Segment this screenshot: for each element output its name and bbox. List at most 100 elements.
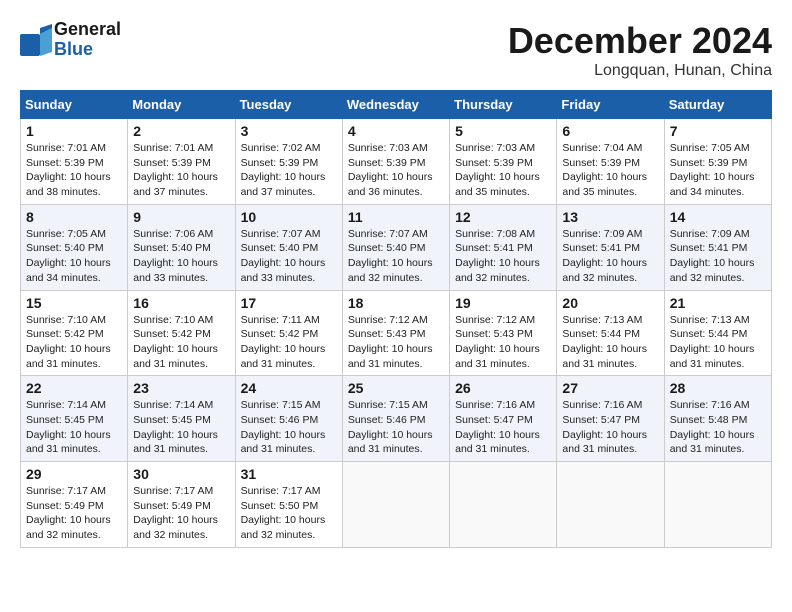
calendar-cell: 15 Sunrise: 7:10 AMSunset: 5:42 PMDayligh…: [21, 290, 128, 376]
logo: General Blue: [20, 20, 121, 60]
day-number: 7: [670, 123, 766, 139]
col-saturday: Saturday: [664, 91, 771, 119]
calendar-cell: 28 Sunrise: 7:16 AMSunset: 5:48 PMDayligh…: [664, 376, 771, 462]
day-number: 12: [455, 209, 551, 225]
day-number: 25: [348, 380, 444, 396]
day-info: Sunrise: 7:16 AMSunset: 5:47 PMDaylight:…: [455, 398, 551, 457]
day-info: Sunrise: 7:10 AMSunset: 5:42 PMDaylight:…: [133, 313, 229, 372]
day-info: Sunrise: 7:01 AMSunset: 5:39 PMDaylight:…: [133, 141, 229, 200]
day-info: Sunrise: 7:12 AMSunset: 5:43 PMDaylight:…: [455, 313, 551, 372]
day-info: Sunrise: 7:04 AMSunset: 5:39 PMDaylight:…: [562, 141, 658, 200]
day-number: 13: [562, 209, 658, 225]
day-info: Sunrise: 7:05 AMSunset: 5:39 PMDaylight:…: [670, 141, 766, 200]
calendar-cell: [450, 462, 557, 548]
col-monday: Monday: [128, 91, 235, 119]
day-number: 27: [562, 380, 658, 396]
calendar-cell: 4Sunrise: 7:03 AMSunset: 5:39 PMDaylight…: [342, 119, 449, 205]
month-title: December 2024: [508, 20, 772, 62]
col-tuesday: Tuesday: [235, 91, 342, 119]
day-info: Sunrise: 7:13 AMSunset: 5:44 PMDaylight:…: [670, 313, 766, 372]
logo-general: General: [54, 20, 121, 40]
calendar-cell: 14 Sunrise: 7:09 AMSunset: 5:41 PMDayligh…: [664, 204, 771, 290]
day-number: 20: [562, 295, 658, 311]
day-number: 15: [26, 295, 122, 311]
calendar-cell: 2 Sunrise: 7:01 AMSunset: 5:39 PMDaylight…: [128, 119, 235, 205]
calendar-cell: 18 Sunrise: 7:12 AMSunset: 5:43 PMDayligh…: [342, 290, 449, 376]
day-number: 14: [670, 209, 766, 225]
col-wednesday: Wednesday: [342, 91, 449, 119]
day-info: Sunrise: 7:12 AMSunset: 5:43 PMDaylight:…: [348, 313, 444, 372]
calendar-week-row: 15 Sunrise: 7:10 AMSunset: 5:42 PMDayligh…: [21, 290, 772, 376]
calendar-week-row: 1 Sunrise: 7:01 AMSunset: 5:39 PMDaylight…: [21, 119, 772, 205]
day-number: 2: [133, 123, 229, 139]
calendar-cell: [342, 462, 449, 548]
day-number: 4: [348, 123, 444, 139]
logo-blue: Blue: [54, 40, 121, 60]
day-number: 24: [241, 380, 337, 396]
day-info: Sunrise: 7:17 AMSunset: 5:49 PMDaylight:…: [26, 484, 122, 543]
day-number: 28: [670, 380, 766, 396]
day-number: 30: [133, 466, 229, 482]
day-number: 8: [26, 209, 122, 225]
calendar-cell: 30 Sunrise: 7:17 AMSunset: 5:49 PMDayligh…: [128, 462, 235, 548]
calendar-cell: 17Sunrise: 7:11 AMSunset: 5:42 PMDayligh…: [235, 290, 342, 376]
calendar-cell: 6 Sunrise: 7:04 AMSunset: 5:39 PMDaylight…: [557, 119, 664, 205]
day-info: Sunrise: 7:17 AMSunset: 5:50 PMDaylight:…: [241, 484, 337, 543]
day-info: Sunrise: 7:08 AMSunset: 5:41 PMDaylight:…: [455, 227, 551, 286]
calendar-cell: 19 Sunrise: 7:12 AMSunset: 5:43 PMDayligh…: [450, 290, 557, 376]
calendar-table: Sunday Monday Tuesday Wednesday Thursday…: [20, 90, 772, 548]
calendar-cell: 11Sunrise: 7:07 AMSunset: 5:40 PMDayligh…: [342, 204, 449, 290]
location: Longquan, Hunan, China: [508, 62, 772, 80]
calendar-week-row: 29 Sunrise: 7:17 AMSunset: 5:49 PMDayligh…: [21, 462, 772, 548]
day-info: Sunrise: 7:14 AMSunset: 5:45 PMDaylight:…: [26, 398, 122, 457]
calendar-week-row: 8 Sunrise: 7:05 AMSunset: 5:40 PMDaylight…: [21, 204, 772, 290]
calendar-cell: 24Sunrise: 7:15 AMSunset: 5:46 PMDayligh…: [235, 376, 342, 462]
calendar-cell: 23 Sunrise: 7:14 AMSunset: 5:45 PMDayligh…: [128, 376, 235, 462]
day-number: 17: [241, 295, 337, 311]
col-friday: Friday: [557, 91, 664, 119]
day-number: 23: [133, 380, 229, 396]
day-number: 9: [133, 209, 229, 225]
day-info: Sunrise: 7:03 AMSunset: 5:39 PMDaylight:…: [455, 141, 551, 200]
calendar-cell: 8 Sunrise: 7:05 AMSunset: 5:40 PMDaylight…: [21, 204, 128, 290]
calendar-cell: 31 Sunrise: 7:17 AMSunset: 5:50 PMDayligh…: [235, 462, 342, 548]
day-info: Sunrise: 7:05 AMSunset: 5:40 PMDaylight:…: [26, 227, 122, 286]
day-info: Sunrise: 7:02 AMSunset: 5:39 PMDaylight:…: [241, 141, 337, 200]
day-number: 1: [26, 123, 122, 139]
day-info: Sunrise: 7:16 AMSunset: 5:48 PMDaylight:…: [670, 398, 766, 457]
day-number: 29: [26, 466, 122, 482]
calendar-cell: 27Sunrise: 7:16 AMSunset: 5:47 PMDayligh…: [557, 376, 664, 462]
day-info: Sunrise: 7:17 AMSunset: 5:49 PMDaylight:…: [133, 484, 229, 543]
day-info: Sunrise: 7:13 AMSunset: 5:44 PMDaylight:…: [562, 313, 658, 372]
page-header: General Blue December 2024 Longquan, Hun…: [20, 20, 772, 80]
day-number: 22: [26, 380, 122, 396]
day-info: Sunrise: 7:06 AMSunset: 5:40 PMDaylight:…: [133, 227, 229, 286]
day-info: Sunrise: 7:09 AMSunset: 5:41 PMDaylight:…: [562, 227, 658, 286]
day-number: 26: [455, 380, 551, 396]
day-info: Sunrise: 7:15 AMSunset: 5:46 PMDaylight:…: [348, 398, 444, 457]
day-number: 19: [455, 295, 551, 311]
calendar-cell: 26 Sunrise: 7:16 AMSunset: 5:47 PMDayligh…: [450, 376, 557, 462]
day-number: 6: [562, 123, 658, 139]
day-info: Sunrise: 7:14 AMSunset: 5:45 PMDaylight:…: [133, 398, 229, 457]
day-number: 21: [670, 295, 766, 311]
calendar-cell: 3Sunrise: 7:02 AMSunset: 5:39 PMDaylight…: [235, 119, 342, 205]
calendar-cell: 10Sunrise: 7:07 AMSunset: 5:40 PMDayligh…: [235, 204, 342, 290]
col-sunday: Sunday: [21, 91, 128, 119]
calendar-cell: 13 Sunrise: 7:09 AMSunset: 5:41 PMDayligh…: [557, 204, 664, 290]
calendar-cell: 16 Sunrise: 7:10 AMSunset: 5:42 PMDayligh…: [128, 290, 235, 376]
day-number: 16: [133, 295, 229, 311]
day-info: Sunrise: 7:10 AMSunset: 5:42 PMDaylight:…: [26, 313, 122, 372]
title-block: December 2024 Longquan, Hunan, China: [508, 20, 772, 80]
calendar-cell: 22 Sunrise: 7:14 AMSunset: 5:45 PMDayligh…: [21, 376, 128, 462]
day-info: Sunrise: 7:07 AMSunset: 5:40 PMDaylight:…: [241, 227, 337, 286]
calendar-cell: [557, 462, 664, 548]
day-number: 18: [348, 295, 444, 311]
day-info: Sunrise: 7:09 AMSunset: 5:41 PMDaylight:…: [670, 227, 766, 286]
calendar-cell: [664, 462, 771, 548]
calendar-cell: 9 Sunrise: 7:06 AMSunset: 5:40 PMDaylight…: [128, 204, 235, 290]
col-thursday: Thursday: [450, 91, 557, 119]
calendar-week-row: 22 Sunrise: 7:14 AMSunset: 5:45 PMDayligh…: [21, 376, 772, 462]
day-number: 31: [241, 466, 337, 482]
calendar-cell: 21 Sunrise: 7:13 AMSunset: 5:44 PMDayligh…: [664, 290, 771, 376]
